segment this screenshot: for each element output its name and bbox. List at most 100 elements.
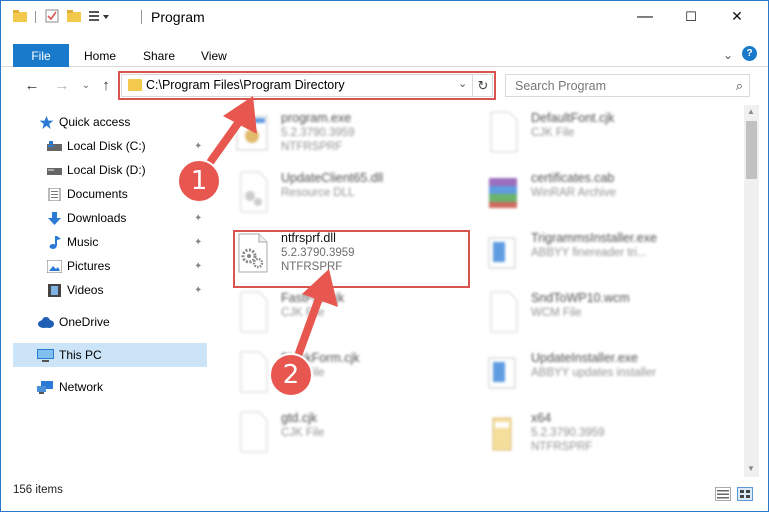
file-name: program.exe	[281, 111, 352, 125]
properties-icon[interactable]	[45, 9, 59, 25]
file-item[interactable]: SndToWP10.wcm WCM File	[473, 285, 723, 341]
file-type: ABBYY finereader tri...	[531, 247, 647, 259]
pin-icon: ✦	[194, 236, 203, 248]
cloud-icon	[38, 316, 54, 328]
file-type: CJK File	[531, 127, 575, 139]
file-name: SndToWP10.wcm	[531, 291, 630, 305]
forward-button[interactable]: →	[53, 76, 71, 94]
navigation-pane: Quick access Local Disk (C:) ✦ Local Dis…	[13, 109, 207, 479]
sidebar-item-pictures[interactable]: Pictures ✦	[13, 254, 207, 278]
folder-icon	[485, 410, 519, 454]
computer-icon	[37, 348, 54, 362]
explorer-window: Program — ☐ ✕ File Home Share View ⌄ ? ←…	[0, 0, 769, 512]
status-bar: 156 items	[1, 479, 768, 511]
file-icon	[485, 290, 519, 334]
file-name: DefaultFont.cjk	[531, 111, 615, 125]
music-icon	[49, 235, 61, 249]
sidebar-item-label: OneDrive	[59, 315, 110, 329]
sidebar-item-network[interactable]: Network	[13, 375, 207, 399]
file-version: 5.2.3790.3959	[531, 427, 605, 439]
sidebar-item-downloads[interactable]: Downloads ✦	[13, 206, 207, 230]
search-icon[interactable]: ⌕	[736, 78, 743, 94]
scroll-up-icon[interactable]: ▲	[747, 107, 755, 116]
file-item[interactable]: UpdateClient65.dll Resource DLL	[223, 165, 473, 221]
file-type: CJK File	[281, 307, 325, 319]
dll-icon	[235, 170, 269, 214]
file-item[interactable]: UpdateInstaller.exe ABBYY updates instal…	[473, 345, 723, 401]
sidebar-item-label: Music	[67, 235, 99, 249]
downloads-icon	[48, 211, 61, 225]
archive-icon	[485, 170, 519, 214]
pin-icon: ✦	[194, 260, 203, 272]
file-item[interactable]: certificates.cab WinRAR Archive	[473, 165, 723, 221]
file-item[interactable]: TrigrammsInstaller.exe ABBYY finereader …	[473, 225, 723, 281]
sidebar-item-label: Downloads	[67, 211, 127, 225]
sidebar-item-this-pc[interactable]: This PC	[13, 343, 207, 367]
file-version: 5.2.3790.3959	[281, 127, 355, 139]
file-name: x64	[531, 411, 552, 425]
tab-view[interactable]: View	[201, 44, 227, 67]
tab-share[interactable]: Share	[143, 44, 175, 67]
file-description: NTFRSPRF	[281, 141, 343, 153]
tab-file[interactable]: File	[13, 44, 69, 67]
maximize-button[interactable]: ☐	[668, 1, 714, 32]
sidebar-item-label: This PC	[59, 348, 102, 362]
tab-home[interactable]: Home	[84, 44, 116, 67]
videos-icon	[48, 283, 61, 297]
scroll-thumb[interactable]	[746, 121, 757, 179]
sidebar-item-documents[interactable]: Documents ✦	[13, 182, 207, 206]
vertical-scrollbar[interactable]: ▲ ▼	[744, 105, 759, 477]
sidebar-item-label: Local Disk (D:)	[67, 163, 146, 177]
up-button[interactable]: ↑	[97, 76, 115, 94]
sidebar-item-label: Documents	[67, 187, 128, 201]
sidebar-item-local-disk-c[interactable]: Local Disk (C:) ✦	[13, 134, 207, 158]
file-icon	[235, 290, 269, 334]
ribbon-tabs: File Home Share View ⌄ ?	[1, 44, 768, 67]
pin-icon: ✦	[194, 212, 203, 224]
star-icon	[39, 115, 54, 129]
installer-icon	[485, 350, 519, 394]
file-item[interactable]: FastFile.cjk CJK File	[223, 285, 473, 341]
sidebar-item-onedrive[interactable]: OneDrive	[13, 310, 207, 334]
search-input[interactable]: Search Program	[515, 79, 606, 93]
highlight-file-box	[233, 230, 470, 288]
expand-ribbon-icon[interactable]: ⌄	[723, 48, 733, 62]
file-icon	[235, 410, 269, 454]
sidebar-item-local-disk-d[interactable]: Local Disk (D:) ✦	[13, 158, 207, 182]
drive-icon	[47, 167, 62, 175]
sidebar-item-videos[interactable]: Videos ✦	[13, 278, 207, 302]
file-item[interactable]: program.exe 5.2.3790.3959 NTFRSPRF	[223, 105, 473, 161]
file-item[interactable]: BlockForm.cjk CJK File	[223, 345, 473, 401]
file-list: program.exe 5.2.3790.3959 NTFRSPRF Defau…	[223, 105, 743, 477]
pin-icon: ✦	[194, 284, 203, 296]
highlight-address-box	[118, 71, 496, 100]
file-name: UpdateClient65.dll	[281, 171, 384, 185]
customize-toolbar-icon[interactable]	[89, 9, 111, 25]
file-name: certificates.cab	[531, 171, 615, 185]
title-separator	[141, 10, 142, 24]
sidebar-item-label: Pictures	[67, 259, 111, 273]
scroll-down-icon[interactable]: ▼	[747, 464, 755, 473]
pin-icon: ✦	[194, 140, 203, 152]
minimize-button[interactable]: —	[622, 1, 668, 32]
help-icon[interactable]: ?	[742, 46, 757, 61]
file-type: CJK File	[281, 427, 325, 439]
back-button[interactable]: ←	[23, 76, 41, 94]
file-type: WinRAR Archive	[531, 187, 616, 199]
installer-icon	[485, 230, 519, 274]
sidebar-item-quick-access[interactable]: Quick access	[13, 110, 207, 134]
details-view-icon[interactable]	[715, 487, 731, 501]
new-folder-icon[interactable]	[67, 9, 81, 25]
file-item[interactable]: x64 5.2.3790.3959 NTFRSPRF	[473, 405, 723, 461]
search-box[interactable]: Search Program ⌕	[505, 74, 750, 97]
close-button[interactable]: ✕	[714, 1, 760, 32]
tiles-view-icon[interactable]	[737, 487, 753, 501]
recent-locations-button[interactable]: ⌄	[77, 76, 95, 94]
file-item[interactable]: gtd.cjk CJK File	[223, 405, 473, 461]
sidebar-item-music[interactable]: Music ✦	[13, 230, 207, 254]
file-item[interactable]: DefaultFont.cjk CJK File	[473, 105, 723, 161]
file-type: WCM File	[531, 307, 582, 319]
window-title: Program	[151, 9, 205, 25]
folder-icon	[13, 9, 27, 25]
exe-icon	[235, 110, 269, 154]
